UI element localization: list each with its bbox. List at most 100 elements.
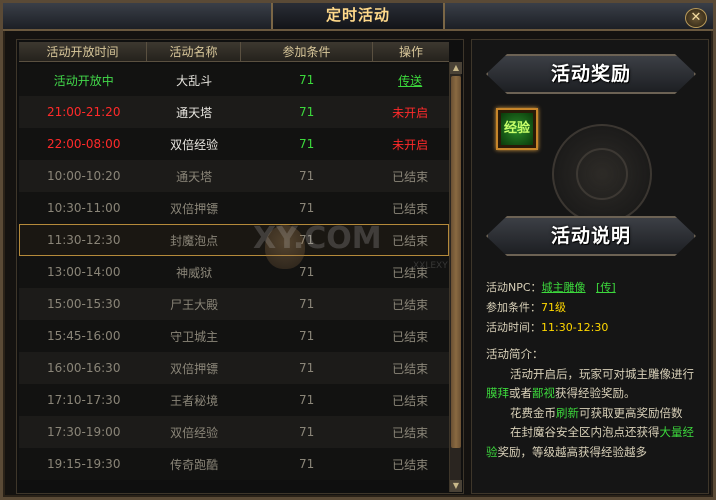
- row-time: 22:00-08:00: [46, 137, 121, 151]
- activity-table: 活动开放时间 活动名称 参加条件 操作 活动开放中 大乱斗 71 传送 21:00-21…: [16, 39, 464, 494]
- table-row[interactable]: 17:30-19:00 双倍经验 71 已结束: [19, 416, 449, 448]
- scroll-thumb[interactable]: [451, 76, 461, 448]
- row-time: 17:30-19:00: [46, 425, 121, 439]
- desc-line-3: 花费金币刷新可获取更高奖励倍数: [486, 404, 706, 424]
- npc-label: 活动NPC：: [486, 281, 542, 294]
- row-status: 已结束: [392, 233, 429, 248]
- intro-label: 活动简介：: [486, 347, 544, 361]
- row-name: 神威狱: [176, 265, 213, 280]
- row-time: 13:00-14:00: [46, 265, 121, 279]
- header-time: 活动开放时间: [19, 42, 147, 61]
- row-status: 已结束: [392, 169, 429, 184]
- desc-exp-char: 验: [486, 444, 498, 459]
- desc-line-2: 膜拜或者鄙视获得经验奖励。: [486, 384, 706, 404]
- emblem-ring: [576, 148, 628, 200]
- emblem-icon: [552, 124, 652, 224]
- close-button[interactable]: ✕: [685, 8, 707, 28]
- row-time: 21:00-21:20: [46, 105, 121, 119]
- row-status: 已结束: [392, 297, 429, 312]
- row-condition: 71: [299, 73, 315, 87]
- table-row[interactable]: 22:00-08:00 双倍经验 71 未开启: [19, 128, 449, 160]
- row-condition: 71: [299, 105, 315, 119]
- scroll-up-arrow-icon[interactable]: ▲: [450, 62, 462, 74]
- reward-banner-title: 活动奖励: [550, 63, 631, 85]
- desc-refresh: 刷新: [556, 405, 579, 420]
- table-row[interactable]: 15:45-16:00 守卫城主 71 已结束: [19, 320, 449, 352]
- row-condition: 71: [299, 361, 315, 375]
- row-name: 双倍押镖: [170, 361, 219, 376]
- desc-large-exp: 大量经: [659, 425, 695, 439]
- row-time: 活动开放中: [53, 73, 114, 88]
- row-name: 王者秘境: [170, 393, 219, 408]
- row-time: 10:00-10:20: [46, 169, 121, 183]
- desc-line-4: 在封魔谷安全区内泡点还获得大量经: [486, 423, 706, 443]
- row-status: 已结束: [392, 425, 429, 440]
- row-status: 已结束: [392, 361, 429, 376]
- row-time: 16:00-16:30: [46, 361, 121, 375]
- row-time: 19:15-19:30: [46, 457, 121, 471]
- row-name: 通天塔: [176, 105, 213, 120]
- row-time: 11:30-12:30: [46, 233, 121, 247]
- row-condition: 71: [299, 329, 315, 343]
- table-row[interactable]: 11:30-12:30 封魔泡点 71 已结束: [19, 224, 449, 256]
- row-status: 已结束: [392, 329, 429, 344]
- detail-panel: 活动奖励 经验 活动说明 活动NPC：城主雕像 [传] 参加条件：71级 活动时…: [471, 39, 709, 494]
- table-row[interactable]: 19:15-19:30 传奇跑酷 71 已结束: [19, 448, 449, 480]
- reward-banner: 活动奖励: [486, 54, 696, 94]
- time-label: 活动时间：: [486, 321, 541, 334]
- desc-multiplier: 可获取更高奖励倍数: [579, 405, 683, 420]
- desc-or: 或者: [509, 386, 532, 400]
- table-row[interactable]: 10:30-11:00 双倍押镖 71 已结束: [19, 192, 449, 224]
- exp-reward-icon[interactable]: 经验: [496, 108, 538, 150]
- header-name: 活动名称: [147, 42, 241, 61]
- title-bar[interactable]: 定时活动 ✕: [3, 3, 713, 31]
- activity-info: 活动NPC：城主雕像 [传] 参加条件：71级 活动时间：11:30-12:30: [486, 278, 706, 338]
- row-status: 未开启: [392, 105, 429, 120]
- row-name: 双倍经验: [170, 425, 219, 440]
- table-row[interactable]: 15:00-15:30 尸王大殿 71 已结束: [19, 288, 449, 320]
- desc-spend: 花费金币: [510, 405, 556, 420]
- condition-label: 参加条件：: [486, 301, 541, 314]
- condition-line: 参加条件：71级: [486, 298, 706, 318]
- desc-reward: 获得经验奖励。: [555, 386, 636, 400]
- header-action: 操作: [398, 45, 423, 59]
- activity-description: 活动简介： 活动开启后，玩家可对城主雕像进行 膜拜或者鄙视获得经验奖励。 花费金…: [486, 345, 706, 462]
- table-row[interactable]: 10:00-10:20 通天塔 71 已结束: [19, 160, 449, 192]
- row-status: 已结束: [392, 457, 429, 472]
- condition-value: 71级: [541, 301, 566, 314]
- table-row[interactable]: 16:00-16:30 双倍押镖 71 已结束: [19, 352, 449, 384]
- row-status: 未开启: [392, 137, 429, 152]
- row-status: 已结束: [392, 393, 429, 408]
- row-time: 17:10-17:30: [46, 393, 121, 407]
- row-condition: 71: [299, 297, 315, 311]
- table-row[interactable]: 17:10-17:30 王者秘境 71 已结束: [19, 384, 449, 416]
- row-name: 传奇跑酷: [170, 457, 219, 472]
- row-status: 已结束: [392, 201, 429, 216]
- row-time: 15:45-16:00: [46, 329, 121, 343]
- details-banner-title: 活动说明: [550, 225, 631, 247]
- table-row[interactable]: 21:00-21:20 通天塔 71 未开启: [19, 96, 449, 128]
- npc-link[interactable]: 城主雕像: [542, 281, 586, 294]
- table-body: 活动开放中 大乱斗 71 传送 21:00-21:20 通天塔 71 未开启 22:00-08:…: [19, 64, 449, 492]
- row-condition: 71: [299, 425, 315, 439]
- scroll-down-arrow-icon[interactable]: ▼: [450, 480, 462, 492]
- desc-worship: 膜拜: [486, 386, 509, 400]
- window-title: 定时活动: [325, 6, 390, 24]
- row-name: 双倍经验: [170, 137, 219, 152]
- desc-line-5: 验奖励，等级越高获得经验越多: [486, 443, 706, 463]
- header-condition: 参加条件: [241, 42, 373, 61]
- details-banner: 活动说明: [486, 216, 696, 256]
- table-row[interactable]: 13:00-14:00 神威狱 71 已结束: [19, 256, 449, 288]
- time-value: 11:30-12:30: [541, 321, 609, 334]
- teleport-link[interactable]: 传送: [372, 72, 448, 89]
- desc-despise: 鄙视: [532, 386, 555, 400]
- table-row[interactable]: 活动开放中 大乱斗 71 传送: [19, 64, 449, 96]
- npc-teleport-link[interactable]: [传]: [596, 281, 616, 294]
- watermark-text: XY.COM: [253, 221, 382, 256]
- desc-level: 奖励，等级越高获得经验越多: [497, 444, 648, 459]
- activity-window: 定时活动 ✕ 活动开放时间 活动名称 参加条件 操作 活动开放中 大乱斗 71 传送 2…: [0, 0, 716, 500]
- row-condition: 71: [299, 169, 315, 183]
- table-scrollbar[interactable]: ▲ ▼: [449, 62, 462, 492]
- row-condition: 71: [299, 393, 315, 407]
- row-name: 通天塔: [176, 169, 213, 184]
